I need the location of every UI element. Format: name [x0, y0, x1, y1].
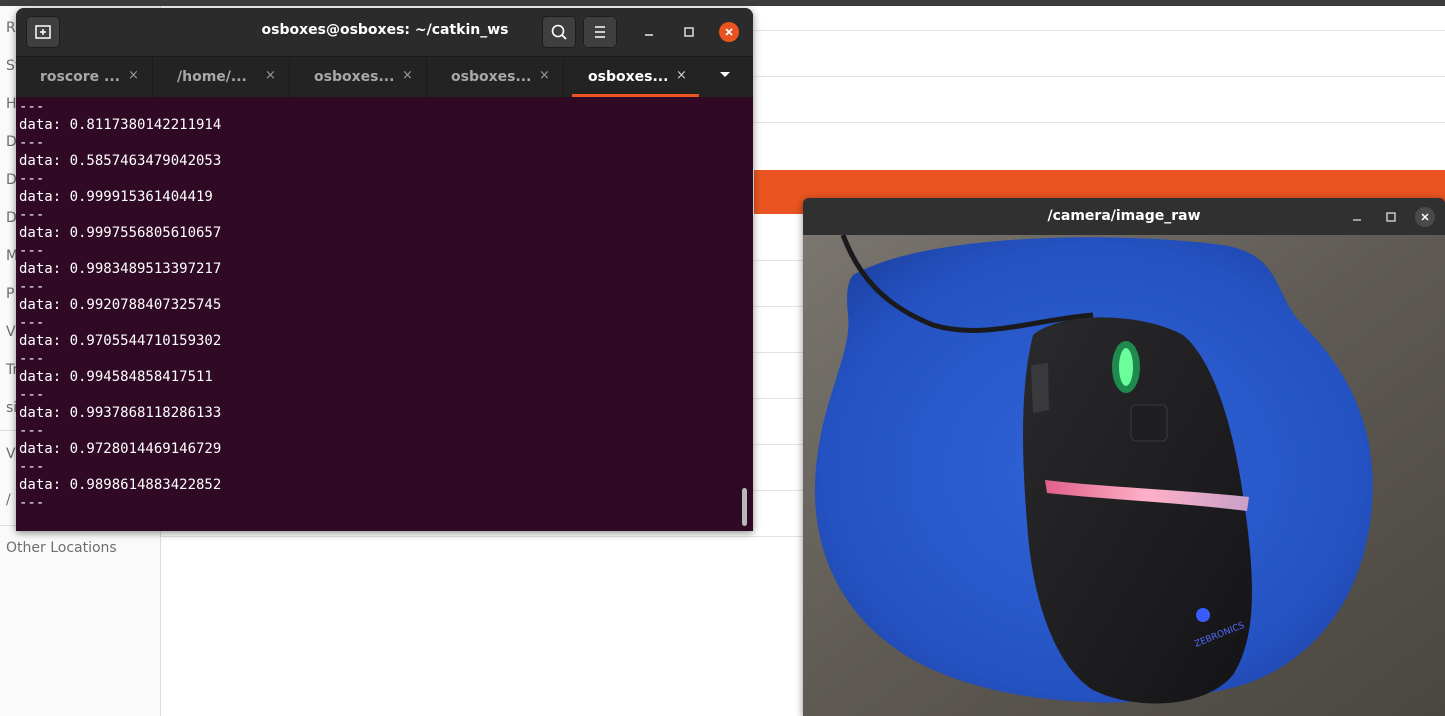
output-line: ---: [19, 459, 45, 475]
output-line: data: 0.9728014469146729: [19, 441, 222, 457]
minimize-icon: [645, 34, 653, 36]
output-line: ---: [19, 495, 45, 511]
minimize-icon: [1353, 219, 1361, 221]
terminal-header-bar: osboxes@osboxes: ~/catkin_ws: [16, 8, 753, 56]
close-button[interactable]: [719, 22, 739, 42]
top-panel: [0, 0, 1445, 6]
tab-roscore[interactable]: roscore ... ×: [16, 57, 153, 97]
camera-image-window: /camera/image_raw ZEBRONICS: [803, 198, 1445, 716]
maximize-button[interactable]: [679, 22, 699, 42]
camera-minimize-button[interactable]: [1347, 207, 1367, 227]
output-line: data: 0.9983489513397217: [19, 261, 222, 277]
sidebar-item-other-locations[interactable]: Other Locations: [6, 540, 156, 556]
terminal-scrollbar[interactable]: [742, 488, 747, 526]
output-line: data: 0.8117380142211914: [19, 117, 222, 133]
output-line: ---: [19, 423, 45, 439]
terminal-tab-bar: roscore ... × /home/... × osboxes... × o…: [16, 56, 753, 97]
output-line: data: 0.9997556805610657: [19, 225, 222, 241]
brand-logo-icon: [1196, 608, 1210, 622]
tab-close-icon[interactable]: ×: [128, 68, 139, 83]
output-line: ---: [19, 243, 45, 259]
tab-label: roscore ...: [40, 69, 121, 85]
output-line: data: 0.9920788407325745: [19, 297, 222, 313]
output-line: data: 0.994584858417511: [19, 369, 213, 385]
output-line: data: 0.9937868118286133: [19, 405, 222, 421]
search-button[interactable]: [542, 16, 576, 48]
output-line: data: 0.999915361404419: [19, 189, 213, 205]
hamburger-menu-icon: [595, 26, 605, 38]
output-line: ---: [19, 351, 45, 367]
search-icon: [551, 24, 567, 40]
output-line: ---: [19, 171, 45, 187]
output-line: data: 0.9705544710159302: [19, 333, 222, 349]
output-line: ---: [19, 387, 45, 403]
output-line: ---: [19, 279, 45, 295]
output-line: ---: [19, 315, 45, 331]
menu-button[interactable]: [583, 16, 617, 48]
tab-label: osboxes...: [588, 69, 669, 85]
maximize-icon: [684, 27, 694, 37]
terminal-title: osboxes@osboxes: ~/catkin_ws: [261, 22, 509, 38]
new-tab-icon: [35, 25, 51, 39]
tab-osboxes-active[interactable]: osboxes... ×: [564, 57, 701, 97]
scroll-wheel: [1119, 348, 1133, 386]
output-line: ---: [19, 207, 45, 223]
new-tab-button[interactable]: [26, 16, 60, 48]
output-line: ---: [19, 135, 45, 151]
camera-maximize-button[interactable]: [1381, 207, 1401, 227]
output-line: data: 0.9898614883422852: [19, 477, 222, 493]
camera-window-header: /camera/image_raw: [803, 198, 1445, 235]
tab-home[interactable]: /home/... ×: [153, 57, 290, 97]
camera-feed-image: ZEBRONICS: [803, 235, 1445, 716]
tab-close-icon[interactable]: ×: [402, 68, 413, 83]
tab-close-icon[interactable]: ×: [265, 68, 276, 83]
close-icon: [1421, 213, 1429, 221]
terminal-output[interactable]: --- data: 0.8117380142211914 --- data: 0…: [16, 96, 753, 531]
terminal-window: osboxes@osboxes: ~/catkin_ws roscore ...…: [16, 8, 753, 531]
tabs-dropdown-button[interactable]: [718, 67, 732, 84]
tab-label: /home/...: [177, 69, 247, 85]
minimize-button[interactable]: [639, 22, 659, 42]
tab-label: osboxes...: [451, 69, 532, 85]
dpi-button: [1130, 404, 1168, 442]
tab-label: osboxes...: [314, 69, 395, 85]
output-line: ---: [19, 99, 45, 115]
output-line: data: 0.5857463479042053: [19, 153, 222, 169]
close-icon: [725, 28, 733, 36]
tab-close-icon[interactable]: ×: [539, 68, 550, 83]
chevron-down-icon: [720, 72, 730, 77]
mouse-side-button: [1031, 363, 1049, 413]
tab-osboxes-2[interactable]: osboxes... ×: [427, 57, 564, 97]
maximize-icon: [1386, 212, 1396, 222]
tab-close-icon[interactable]: ×: [676, 68, 687, 83]
camera-close-button[interactable]: [1415, 207, 1435, 227]
tab-osboxes-1[interactable]: osboxes... ×: [290, 57, 427, 97]
